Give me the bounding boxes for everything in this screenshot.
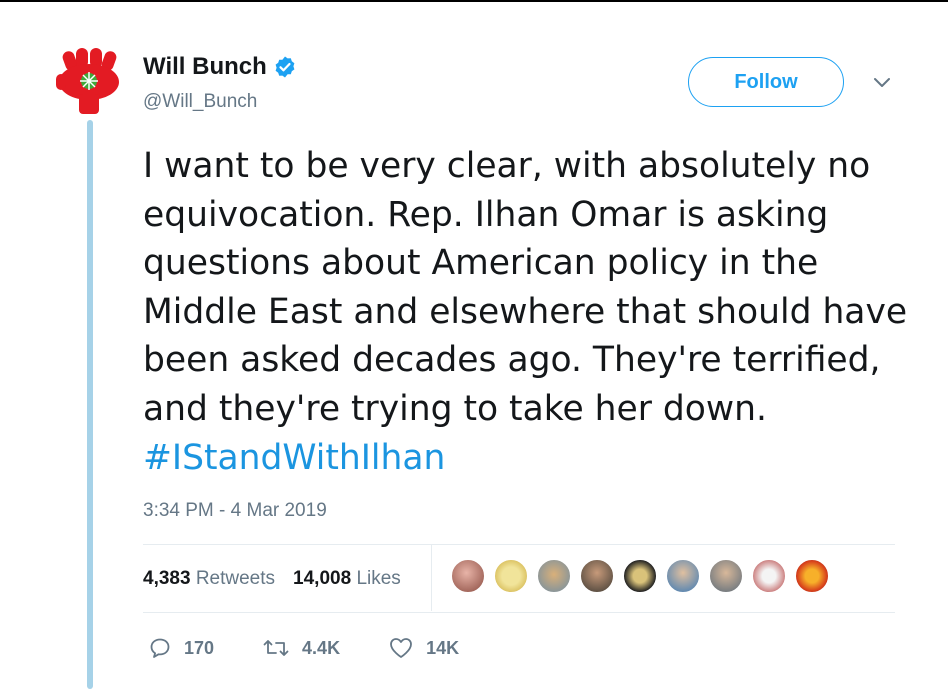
retweet-count: 4.4K: [302, 637, 341, 658]
tweet-actions: 170 4.4K 14K: [148, 636, 507, 660]
liker-avatar[interactable]: [537, 559, 571, 593]
red-fist-avatar-icon[interactable]: [55, 48, 123, 116]
like-button[interactable]: 14K: [388, 636, 459, 660]
tweet-text: I want to be very clear, with absolutely…: [143, 142, 913, 482]
liker-avatar[interactable]: [580, 559, 614, 593]
reply-icon: [150, 638, 170, 658]
reply-count: 170: [184, 637, 215, 658]
liker-avatar[interactable]: [666, 559, 700, 593]
liker-avatar[interactable]: [494, 559, 528, 593]
retweets-stat[interactable]: 4,383 Retweets: [143, 568, 275, 590]
verified-badge-icon: [275, 56, 295, 78]
user-handle[interactable]: @Will_Bunch: [143, 91, 257, 113]
likes-stat[interactable]: 14,008 Likes: [293, 568, 401, 590]
user-name-row[interactable]: Will Bunch: [143, 53, 297, 81]
liker-avatars: [451, 559, 838, 593]
retweets-count: 4,383: [143, 568, 191, 589]
stats-vertical-divider: [431, 545, 432, 611]
liker-avatar[interactable]: [623, 559, 657, 593]
tweet-timestamp[interactable]: 3:34 PM - 4 Mar 2019: [143, 500, 327, 522]
tweet-stats: 4,383 Retweets 14,008 Likes: [143, 568, 419, 590]
retweet-button[interactable]: 4.4K: [262, 636, 340, 660]
liker-avatar[interactable]: [451, 559, 485, 593]
actions-top-divider: [143, 612, 895, 613]
likes-count: 14,008: [293, 568, 352, 589]
follow-button[interactable]: Follow: [688, 57, 844, 107]
stats-top-divider: [143, 544, 895, 545]
heart-icon: [390, 638, 412, 658]
thread-line: [87, 120, 93, 689]
liker-avatar[interactable]: [709, 559, 743, 593]
chevron-down-icon[interactable]: [872, 76, 892, 90]
tweet-body: I want to be very clear, with absolutely…: [143, 146, 908, 429]
liker-avatar[interactable]: [795, 559, 829, 593]
retweet-icon: [263, 640, 289, 656]
display-name[interactable]: Will Bunch: [143, 53, 267, 81]
top-border: [0, 0, 948, 2]
reply-button[interactable]: 170: [148, 636, 214, 660]
hashtag-link[interactable]: #IStandWithIlhan: [143, 438, 445, 478]
like-count: 14K: [426, 637, 460, 658]
liker-avatar[interactable]: [752, 559, 786, 593]
likes-label: Likes: [356, 568, 401, 589]
retweets-label: Retweets: [195, 568, 276, 589]
